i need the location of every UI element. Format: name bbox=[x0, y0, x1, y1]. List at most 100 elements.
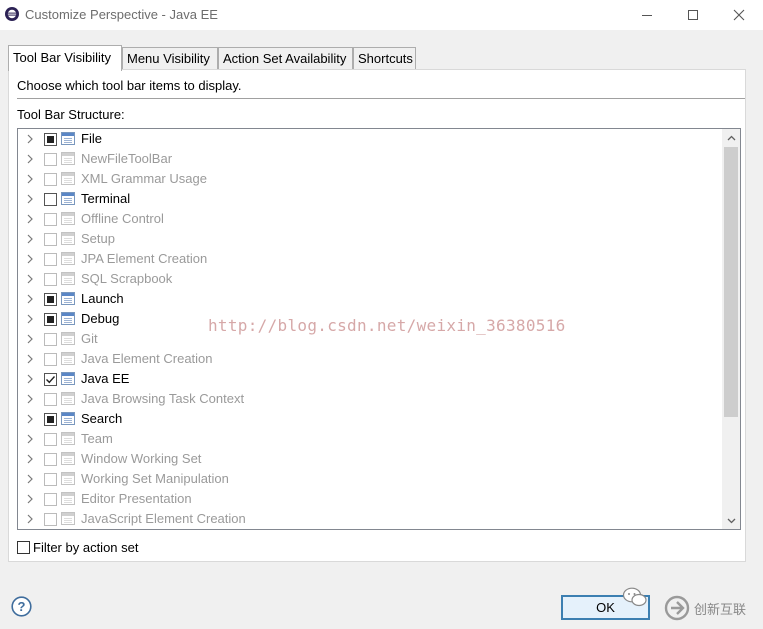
tree-item[interactable]: Setup bbox=[18, 229, 722, 249]
tree-item[interactable]: Team bbox=[18, 429, 722, 449]
expand-chevron-icon[interactable] bbox=[25, 374, 35, 384]
toolbar-icon bbox=[61, 192, 75, 205]
tree-item-checkbox[interactable] bbox=[44, 173, 57, 186]
tree-item-label: Debug bbox=[81, 311, 120, 326]
help-icon[interactable]: ? bbox=[11, 596, 32, 617]
tree-item[interactable]: SQL Scrapbook bbox=[18, 269, 722, 289]
toolbar-icon bbox=[61, 312, 75, 325]
expand-chevron-icon[interactable] bbox=[25, 514, 35, 524]
tree-item[interactable]: JPA Element Creation bbox=[18, 249, 722, 269]
tab-shortcuts[interactable]: Shortcuts bbox=[353, 47, 416, 69]
expand-chevron-icon[interactable] bbox=[25, 234, 35, 244]
expand-chevron-icon[interactable] bbox=[25, 174, 35, 184]
tree-item[interactable]: Offline Control bbox=[18, 209, 722, 229]
tree-item[interactable]: Search bbox=[18, 409, 722, 429]
brand-logo-icon bbox=[664, 595, 690, 621]
toolbar-icon bbox=[61, 172, 75, 185]
tree-item[interactable]: Working Set Manipulation bbox=[18, 469, 722, 489]
tree-item-checkbox[interactable] bbox=[44, 453, 57, 466]
watermark-text: http://blog.csdn.net/weixin_36380516 bbox=[208, 316, 566, 335]
tree-item-checkbox[interactable] bbox=[44, 513, 57, 526]
tree-item-checkbox[interactable] bbox=[44, 313, 57, 326]
minimize-icon bbox=[642, 15, 652, 16]
expand-chevron-icon[interactable] bbox=[25, 314, 35, 324]
tree-item-checkbox[interactable] bbox=[44, 253, 57, 266]
filter-checkbox[interactable] bbox=[17, 541, 30, 554]
tree-item[interactable]: JavaScript Element Creation bbox=[18, 509, 722, 529]
minimize-button[interactable] bbox=[624, 0, 670, 30]
tree-item-checkbox[interactable] bbox=[44, 393, 57, 406]
expand-chevron-icon[interactable] bbox=[25, 214, 35, 224]
tree-item-checkbox[interactable] bbox=[44, 193, 57, 206]
toolbar-icon bbox=[61, 352, 75, 365]
expand-chevron-icon[interactable] bbox=[25, 194, 35, 204]
expand-chevron-icon[interactable] bbox=[25, 474, 35, 484]
tree-item-label: JavaScript Element Creation bbox=[81, 511, 246, 526]
tree-item-checkbox[interactable] bbox=[44, 353, 57, 366]
tree-item-checkbox[interactable] bbox=[44, 213, 57, 226]
tree-item-checkbox[interactable] bbox=[44, 473, 57, 486]
tree-item-checkbox[interactable] bbox=[44, 273, 57, 286]
tree-item[interactable]: Java Browsing Task Context bbox=[18, 389, 722, 409]
toolbar-icon bbox=[61, 232, 75, 245]
close-button[interactable] bbox=[716, 0, 762, 30]
tree-item[interactable]: Java EE bbox=[18, 369, 722, 389]
tree-item-label: Java EE bbox=[81, 371, 130, 386]
tab-action-set-availability[interactable]: Action Set Availability bbox=[218, 47, 353, 69]
tab-menu-visibility[interactable]: Menu Visibility bbox=[122, 47, 218, 69]
tree-item-label: SQL Scrapbook bbox=[81, 271, 173, 286]
expand-chevron-icon[interactable] bbox=[25, 254, 35, 264]
expand-chevron-icon[interactable] bbox=[25, 434, 35, 444]
scroll-up-button[interactable] bbox=[722, 129, 740, 146]
tree-item-checkbox[interactable] bbox=[44, 333, 57, 346]
toolbar-icon bbox=[61, 432, 75, 445]
toolbar-icon bbox=[61, 492, 75, 505]
tree-item-checkbox[interactable] bbox=[44, 413, 57, 426]
expand-chevron-icon[interactable] bbox=[25, 134, 35, 144]
expand-chevron-icon[interactable] bbox=[25, 414, 35, 424]
toolbar-icon bbox=[61, 252, 75, 265]
window-title: Customize Perspective - Java EE bbox=[25, 7, 218, 22]
tree-item[interactable]: Terminal bbox=[18, 189, 722, 209]
tree-item-checkbox[interactable] bbox=[44, 233, 57, 246]
expand-chevron-icon[interactable] bbox=[25, 334, 35, 344]
tree-item-label: XML Grammar Usage bbox=[81, 171, 207, 186]
expand-chevron-icon[interactable] bbox=[25, 494, 35, 504]
tree-label: Tool Bar Structure: bbox=[17, 107, 125, 122]
svg-text:?: ? bbox=[18, 599, 26, 614]
tree-item-checkbox[interactable] bbox=[44, 153, 57, 166]
maximize-button[interactable] bbox=[670, 0, 716, 30]
tree-item-label: Java Element Creation bbox=[81, 351, 213, 366]
tab-tool-bar-visibility[interactable]: Tool Bar Visibility bbox=[8, 45, 122, 71]
scrollbar-thumb[interactable] bbox=[724, 147, 738, 417]
maximize-icon bbox=[688, 10, 698, 20]
tree-item-label: Editor Presentation bbox=[81, 491, 192, 506]
tree-item-checkbox[interactable] bbox=[44, 133, 57, 146]
tree-item[interactable]: Window Working Set bbox=[18, 449, 722, 469]
toolbar-icon bbox=[61, 452, 75, 465]
tree-item[interactable]: Editor Presentation bbox=[18, 489, 722, 509]
expand-chevron-icon[interactable] bbox=[25, 394, 35, 404]
tree-item-checkbox[interactable] bbox=[44, 293, 57, 306]
expand-chevron-icon[interactable] bbox=[25, 294, 35, 304]
tree-item[interactable]: Java Element Creation bbox=[18, 349, 722, 369]
expand-chevron-icon[interactable] bbox=[25, 154, 35, 164]
tree-item-label: NewFileToolBar bbox=[81, 151, 173, 166]
tree-item-checkbox[interactable] bbox=[44, 493, 57, 506]
tree-item[interactable]: NewFileToolBar bbox=[18, 149, 722, 169]
tree-item[interactable]: XML Grammar Usage bbox=[18, 169, 722, 189]
tree-item-label: Setup bbox=[81, 231, 115, 246]
tree-item-checkbox[interactable] bbox=[44, 433, 57, 446]
tree-item[interactable]: File bbox=[18, 129, 722, 149]
expand-chevron-icon[interactable] bbox=[25, 454, 35, 464]
tree-item-label: Working Set Manipulation bbox=[81, 471, 229, 486]
tree-item-label: JPA Element Creation bbox=[81, 251, 208, 266]
expand-chevron-icon[interactable] bbox=[25, 274, 35, 284]
scroll-down-button[interactable] bbox=[722, 512, 740, 529]
tree-item[interactable]: Launch bbox=[18, 289, 722, 309]
tree-item-checkbox[interactable] bbox=[44, 373, 57, 386]
vertical-scrollbar[interactable] bbox=[722, 129, 740, 529]
tree-item-label: File bbox=[81, 131, 102, 146]
brand-watermark: 创新互联 bbox=[664, 591, 763, 625]
expand-chevron-icon[interactable] bbox=[25, 354, 35, 364]
